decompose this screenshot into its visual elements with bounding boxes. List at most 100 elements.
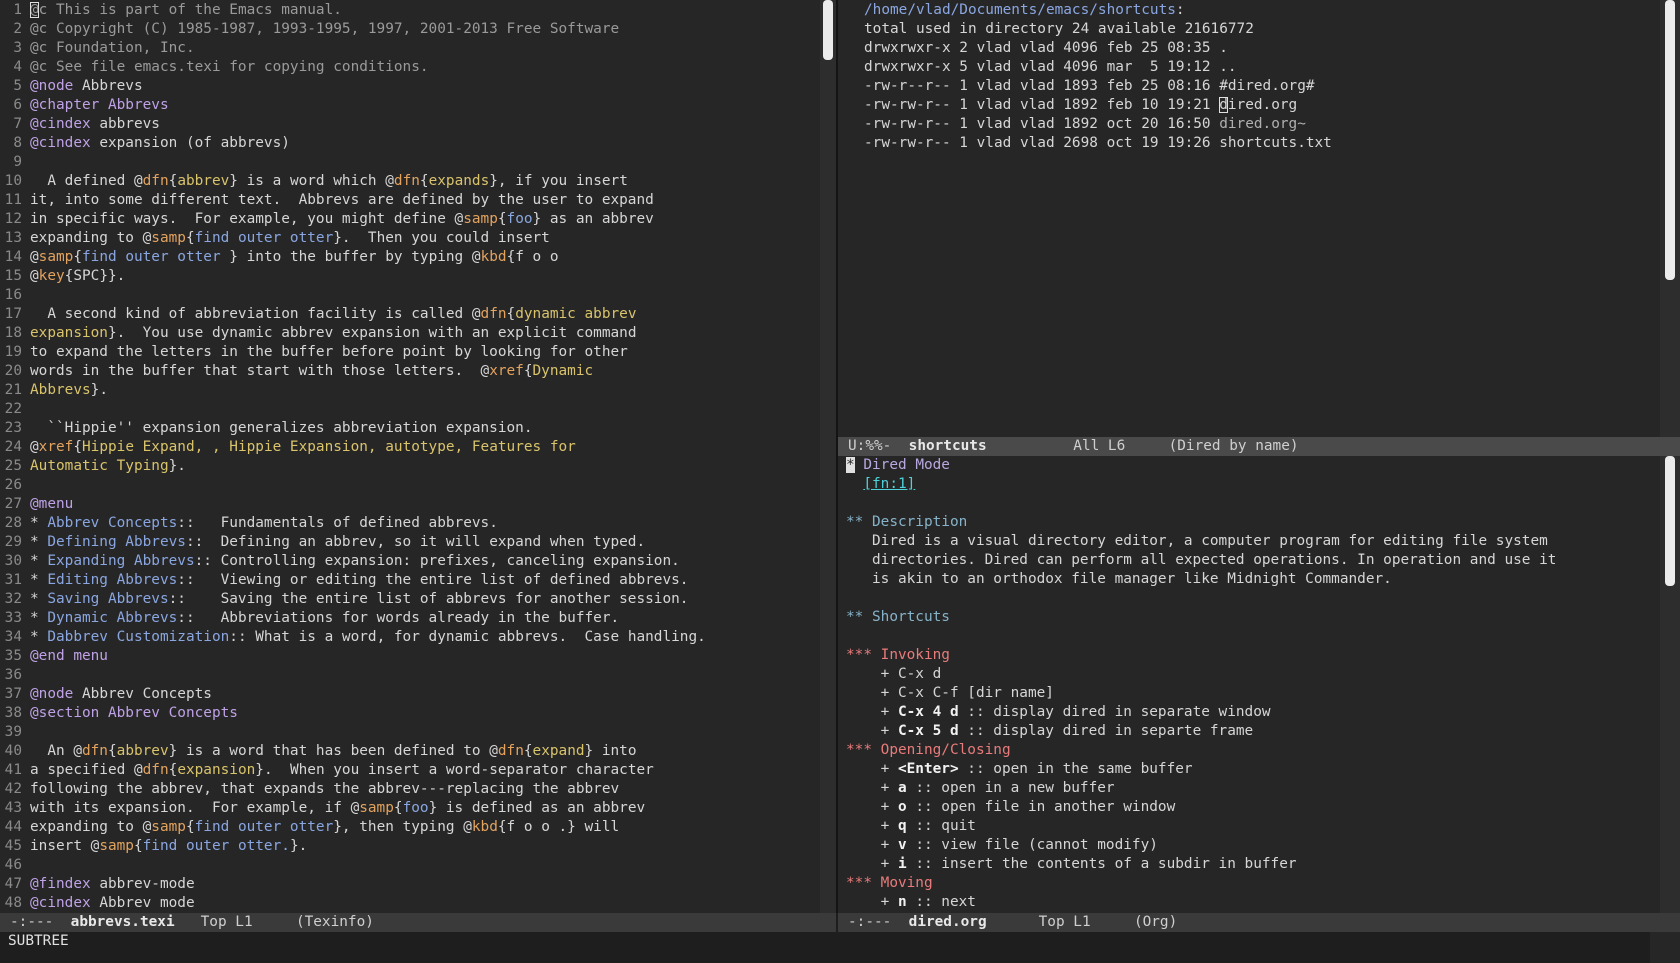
org-window[interactable]: * Dired Mode [fn:1] ** Description Dired … (838, 456, 1660, 913)
buffer-line[interactable]: /home/vlad/Documents/emacs/shortcuts: (864, 1, 1332, 20)
buffer-line[interactable]: 44 expanding to @samp{find outer otter}, … (2, 818, 798, 837)
buffer-line[interactable]: 19 to expand the letters in the buffer be… (2, 343, 798, 362)
buffer-line[interactable]: + C-x C-f [dir name] (846, 684, 1556, 703)
org-scrollbar[interactable] (1660, 456, 1680, 913)
org-buffer-text[interactable]: * Dired Mode [fn:1] ** Description Dired … (846, 456, 1556, 912)
buffer-line[interactable]: 34 * Dabbrev Customization:: What is a wo… (2, 628, 798, 647)
buffer-line[interactable]: 10 A defined @dfn{abbrev} is a word whic… (2, 172, 798, 191)
buffer-line[interactable]: 42 following the abbrev, that expands the… (2, 780, 798, 799)
line-number: 16 (4, 287, 22, 303)
buffer-line[interactable]: 30 * Expanding Abbrevs:: Controlling expa… (2, 552, 798, 571)
buffer-line[interactable]: + a :: open in a new buffer (846, 779, 1556, 798)
buffer-line[interactable]: + C-x d (846, 665, 1556, 684)
buffer-line[interactable]: + q :: quit (846, 817, 1556, 836)
buffer-line[interactable]: + i :: insert the contents of a subdir i… (846, 855, 1556, 874)
line-text: find outer otter (82, 249, 230, 265)
buffer-line[interactable]: 27 @menu (2, 495, 798, 514)
dired-window[interactable]: /home/vlad/Documents/emacs/shortcuts: tot… (838, 0, 1660, 437)
buffer-line[interactable]: 39 (2, 723, 798, 742)
buffer-line[interactable]: + n :: next (846, 893, 1556, 912)
texinfo-editor-window[interactable]: 1 @c This is part of the Emacs manual. 2 @c… (0, 0, 820, 913)
buffer-line[interactable]: 41 a specified @dfn{expansion}. When you … (2, 761, 798, 780)
buffer-line[interactable]: 29 * Defining Abbrevs:: Defining an abbre… (2, 533, 798, 552)
buffer-line[interactable]: + o :: open file in another window (846, 798, 1556, 817)
buffer-line[interactable]: 20 words in the buffer that start with th… (2, 362, 798, 381)
buffer-line[interactable]: 22 (2, 400, 798, 419)
buffer-line[interactable]: 14 @samp{find outer otter } into the buff… (2, 248, 798, 267)
buffer-line[interactable]: directories. Dired can perform all expec… (846, 551, 1556, 570)
buffer-line[interactable]: 35 @end menu (2, 647, 798, 666)
minibuffer[interactable]: SUBTREE (0, 932, 1650, 963)
texinfo-buffer-text[interactable]: 1 @c This is part of the Emacs manual. 2 @c… (2, 1, 798, 913)
buffer-line[interactable]: 3 @c Foundation, Inc. (2, 39, 798, 58)
buffer-line[interactable]: 21 Abbrevs}. (2, 381, 798, 400)
line-text: foo (402, 800, 429, 816)
buffer-line[interactable]: -rw-rw-r-- 1 vlad vlad 2698 oct 19 19:26… (864, 134, 1332, 153)
buffer-line[interactable]: 32 * Saving Abbrevs:: Saving the entire l… (2, 590, 798, 609)
buffer-line[interactable]: drwxrwxr-x 5 vlad vlad 4096 mar 5 19:12 … (864, 58, 1332, 77)
buffer-line[interactable] (846, 589, 1556, 608)
left-scrollbar[interactable] (820, 0, 836, 913)
buffer-line[interactable]: + v :: view file (cannot modify) (846, 836, 1556, 855)
dired-scrollbar[interactable] (1660, 0, 1680, 437)
buffer-line[interactable]: 2 @c Copyright (C) 1985-1987, 1993-1995, … (2, 20, 798, 39)
dired-scrollbar-thumb[interactable] (1665, 0, 1675, 280)
buffer-line[interactable] (846, 627, 1556, 646)
buffer-line[interactable]: 33 * Dynamic Abbrevs:: Abbreviations for … (2, 609, 798, 628)
buffer-line[interactable]: -rw-r--r-- 1 vlad vlad 1893 feb 25 08:16… (864, 77, 1332, 96)
buffer-line[interactable]: 5 @node Abbrevs (2, 77, 798, 96)
buffer-line[interactable]: 9 (2, 153, 798, 172)
buffer-line[interactable]: 45 insert @samp{find outer otter.}. (2, 837, 798, 856)
buffer-line[interactable]: 13 expanding to @samp{find outer otter}. … (2, 229, 798, 248)
buffer-line[interactable]: 11 it, into some different text. Abbrevs … (2, 191, 798, 210)
buffer-line[interactable]: 12 in specific ways. For example, you mig… (2, 210, 798, 229)
buffer-line[interactable]: drwxrwxr-x 2 vlad vlad 4096 feb 25 08:35… (864, 39, 1332, 58)
buffer-line[interactable]: 15 @key{SPC}}. (2, 267, 798, 286)
buffer-line[interactable]: *** Invoking (846, 646, 1556, 665)
buffer-line[interactable]: 26 (2, 476, 798, 495)
texinfo-mode-line[interactable]: -:--- abbrevs.texi Top L1 (Texinfo) (0, 913, 836, 932)
buffer-line[interactable]: + C-x 4 d :: display dired in separate w… (846, 703, 1556, 722)
buffer-line[interactable]: 36 (2, 666, 798, 685)
buffer-line[interactable]: 31 * Editing Abbrevs:: Viewing or editing… (2, 571, 798, 590)
buffer-line[interactable]: 1 @c This is part of the Emacs manual. (2, 1, 798, 20)
buffer-line[interactable] (846, 494, 1556, 513)
buffer-line[interactable]: 37 @node Abbrev Concepts (2, 685, 798, 704)
buffer-line[interactable]: 38 @section Abbrev Concepts (2, 704, 798, 723)
org-scrollbar-thumb[interactable] (1665, 456, 1675, 586)
buffer-line[interactable]: 7 @cindex abbrevs (2, 115, 798, 134)
buffer-line[interactable]: 8 @cindex expansion (of abbrevs) (2, 134, 798, 153)
buffer-line[interactable]: 43 with its expansion. For example, if @s… (2, 799, 798, 818)
buffer-line[interactable]: 25 Automatic Typing}. (2, 457, 798, 476)
buffer-line[interactable]: -rw-rw-r-- 1 vlad vlad 1892 feb 10 19:21… (864, 96, 1332, 115)
buffer-line[interactable]: 23 ``Hippie'' expansion generalizes abbr… (2, 419, 798, 438)
buffer-line[interactable]: ** Shortcuts (846, 608, 1556, 627)
dired-mode-line[interactable]: U:%%- shortcuts All L6 (Dired by name) (838, 437, 1680, 456)
buffer-line[interactable]: ** Description (846, 513, 1556, 532)
buffer-line[interactable]: 48 @cindex Abbrev mode (2, 894, 798, 913)
dired-listing[interactable]: /home/vlad/Documents/emacs/shortcuts: tot… (864, 1, 1332, 153)
buffer-line[interactable]: total used in directory 24 available 216… (864, 20, 1332, 39)
buffer-line[interactable]: 16 (2, 286, 798, 305)
buffer-line[interactable]: 47 @findex abbrev-mode (2, 875, 798, 894)
buffer-line[interactable]: [fn:1] (846, 475, 1556, 494)
left-scrollbar-thumb[interactable] (823, 0, 833, 60)
line-text: [fn:1] (863, 476, 916, 492)
buffer-line[interactable]: 24 @xref{Hippie Expand, , Hippie Expansio… (2, 438, 798, 457)
buffer-line[interactable]: 4 @c See file emacs.texi for copying cond… (2, 58, 798, 77)
buffer-line[interactable]: 18 expansion}. You use dynamic abbrev exp… (2, 324, 798, 343)
buffer-line[interactable]: 40 An @dfn{abbrev} is a word that has be… (2, 742, 798, 761)
buffer-line[interactable]: + C-x 5 d :: display dired in separte fr… (846, 722, 1556, 741)
buffer-line[interactable]: *** Opening/Closing (846, 741, 1556, 760)
buffer-line[interactable]: *** Moving (846, 874, 1556, 893)
buffer-line[interactable]: 46 (2, 856, 798, 875)
buffer-line[interactable]: -rw-rw-r-- 1 vlad vlad 1892 oct 20 16:50… (864, 115, 1332, 134)
buffer-line[interactable]: Dired is a visual directory editor, a co… (846, 532, 1556, 551)
buffer-line[interactable]: 6 @chapter Abbrevs (2, 96, 798, 115)
buffer-line[interactable]: 28 * Abbrev Concepts:: Fundamentals of de… (2, 514, 798, 533)
buffer-line[interactable]: is akin to an orthodox file manager like… (846, 570, 1556, 589)
buffer-line[interactable]: + <Enter> :: open in the same buffer (846, 760, 1556, 779)
buffer-line[interactable]: 17 A second kind of abbreviation facilit… (2, 305, 798, 324)
org-mode-line[interactable]: -:--- dired.org Top L1 (Org) (838, 913, 1680, 932)
buffer-line[interactable]: * Dired Mode (846, 456, 1556, 475)
